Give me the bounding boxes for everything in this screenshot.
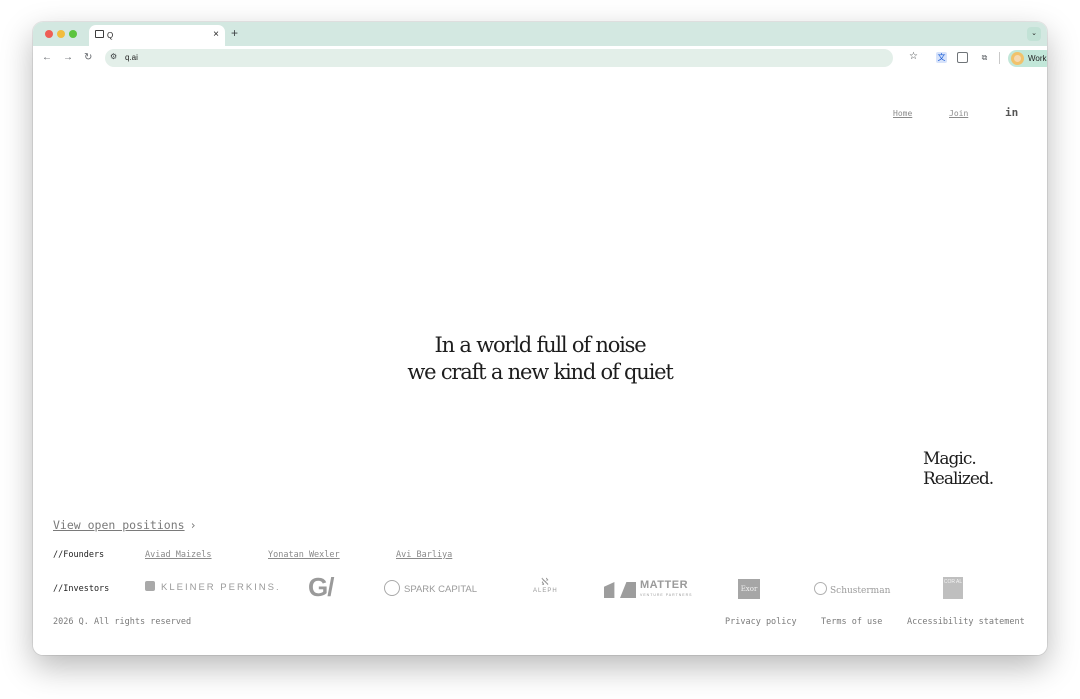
tagline: Magic. Realized. (923, 449, 994, 489)
page-content: Home Join in In a world full of noise we… (33, 70, 1047, 655)
kleiner-perkins-logo: KLEINER PERKINS. (145, 581, 281, 593)
tab-strip: Q × + ⌄ (33, 22, 1047, 46)
aleph-mark-icon: ℵ (541, 577, 550, 588)
matter-logo: MATTER VENTURE PARTNERS (604, 580, 692, 600)
founder-link[interactable]: Yonatan Wexler (268, 550, 340, 560)
favicon-icon (95, 30, 104, 38)
new-tab-button[interactable]: + (231, 26, 238, 40)
exor-logo: Exor (738, 579, 760, 599)
maximize-window-button[interactable] (69, 30, 77, 38)
tab-search-button[interactable]: ⌄ (1027, 27, 1041, 41)
linkedin-icon[interactable]: in (1005, 106, 1018, 119)
spark-mark-icon (384, 580, 400, 596)
tab-title: Q (107, 31, 114, 40)
chevron-right-icon: › (189, 518, 197, 532)
back-arrow-icon[interactable]: ← (42, 52, 52, 63)
founders-label: //Founders (53, 550, 105, 560)
coral-logo: COR AL (943, 577, 963, 599)
view-positions-link[interactable]: View open positions › (53, 518, 197, 532)
forward-arrow-icon[interactable]: → (63, 52, 73, 63)
view-positions-label: View open positions (53, 518, 185, 532)
profile-button[interactable]: Work (1008, 50, 1047, 67)
reload-icon[interactable]: ↻ (84, 52, 92, 63)
address-bar[interactable]: ⚙ q.ai (105, 49, 893, 67)
spark-capital-logo: SPARK CAPITAL (384, 580, 477, 596)
toolbar-divider (999, 52, 1000, 64)
kleiner-perkins-mark-icon (145, 581, 155, 591)
browser-toolbar: ← → ↻ ⚙ q.ai (33, 46, 1047, 70)
reader-mode-icon[interactable] (957, 52, 968, 63)
privacy-policy-link[interactable]: Privacy policy (725, 617, 797, 627)
hero-line-1: In a world full of noise (434, 333, 647, 357)
minimize-window-button[interactable] (57, 30, 65, 38)
site-settings-icon[interactable]: ⚙ (110, 52, 117, 61)
tab-close-icon[interactable]: × (213, 29, 219, 40)
investors-label: //Investors (53, 584, 110, 594)
founder-link[interactable]: Avi Barliya (396, 550, 452, 560)
browser-window: Q × + ⌄ ← → ↻ ⚙ q.ai ☆ 文 ⧉ Work ⋮ Home J… (33, 22, 1047, 655)
extensions-puzzle-icon[interactable]: ⧉ (979, 52, 990, 63)
gv-logo: G/ (308, 572, 334, 602)
copyright-text: 2026 Q. All rights reserved (53, 617, 192, 627)
close-window-button[interactable] (45, 30, 53, 38)
nav-join-link[interactable]: Join (949, 109, 968, 118)
profile-label: Work (1028, 54, 1047, 63)
translate-extension-icon[interactable]: 文 (936, 52, 947, 63)
hero-line-2: we craft a new kind of quiet (407, 360, 673, 384)
avatar (1011, 52, 1024, 65)
aleph-logo: ℵ ALEPH (533, 577, 558, 594)
schusterman-logo: Schusterman (814, 582, 890, 596)
founder-link[interactable]: Aviad Maizels (145, 550, 212, 560)
browser-tab[interactable]: Q × (89, 25, 225, 46)
bookmark-star-icon[interactable]: ☆ (909, 51, 918, 62)
terms-of-use-link[interactable]: Terms of use (821, 617, 882, 627)
nav-home-link[interactable]: Home (893, 109, 912, 118)
schusterman-mark-icon (814, 582, 827, 595)
url-text[interactable]: q.ai (125, 53, 138, 62)
accessibility-statement-link[interactable]: Accessibility statement (907, 617, 1025, 627)
